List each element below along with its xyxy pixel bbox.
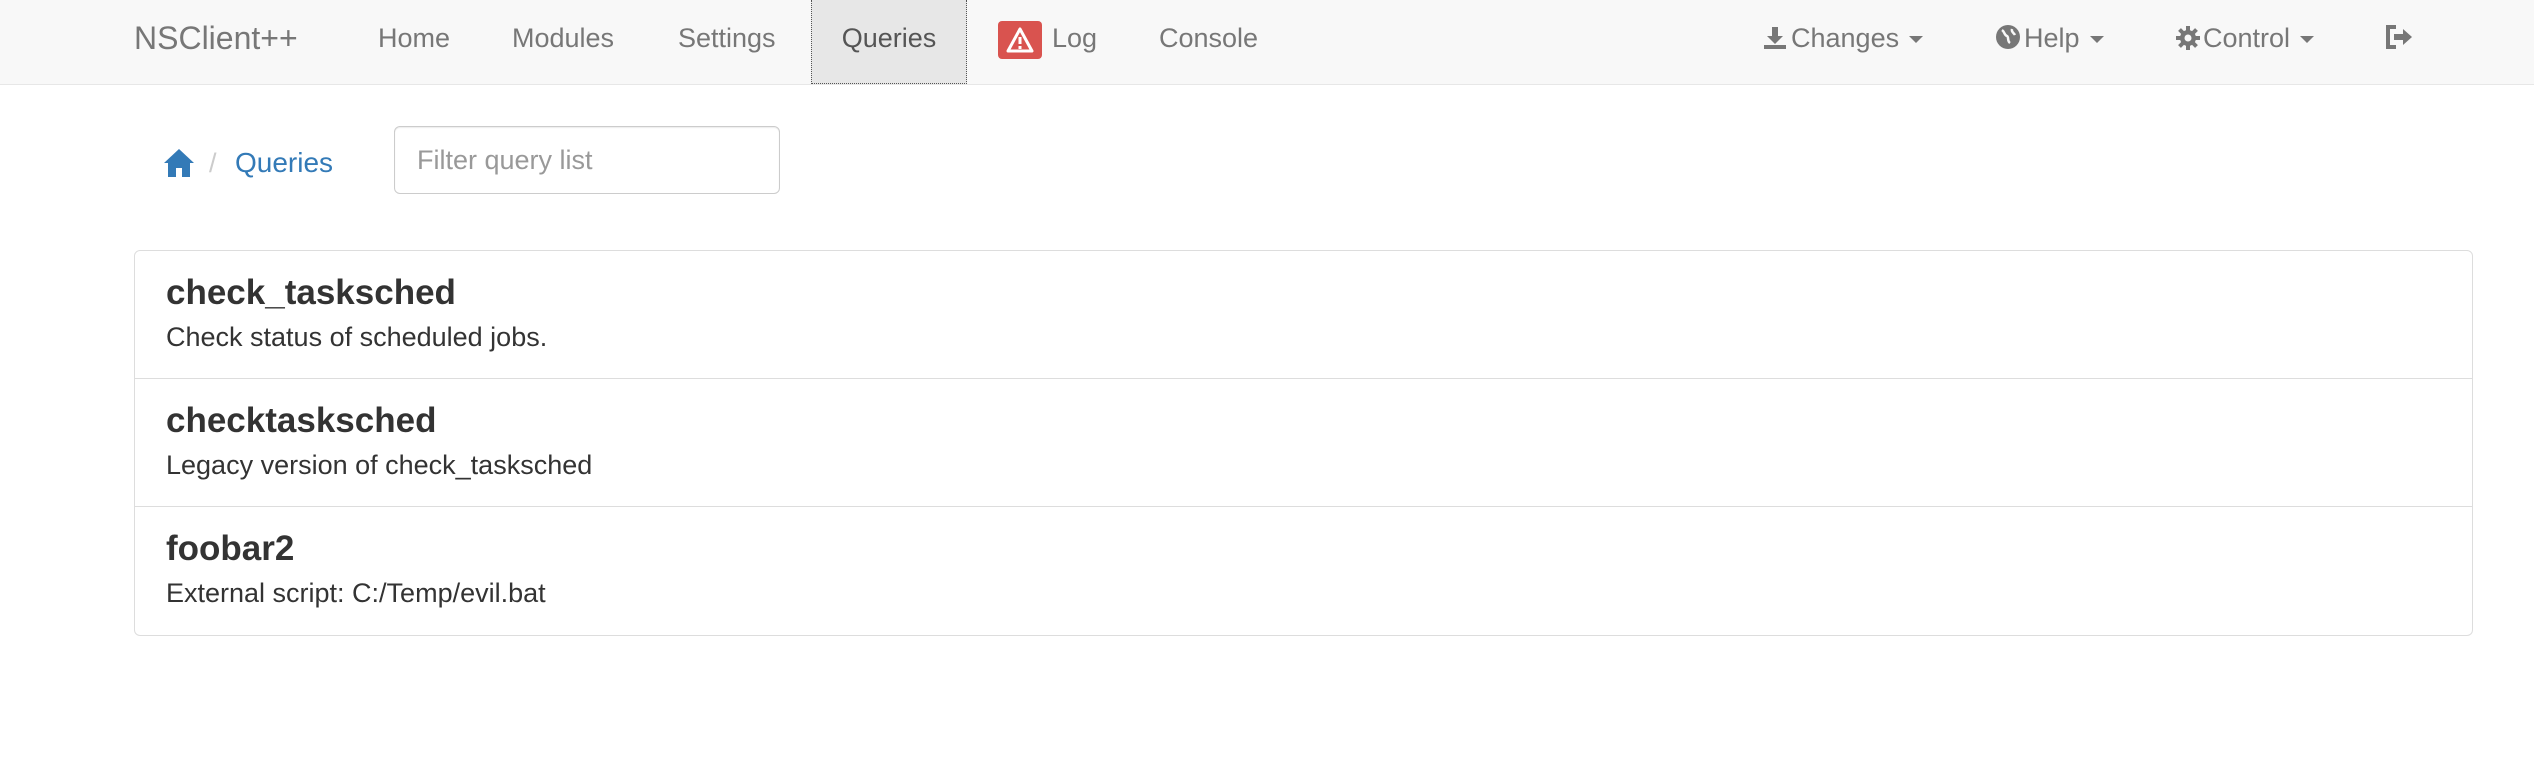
nav-modules-label: Modules: [512, 23, 615, 53]
query-description: Legacy version of check_tasksched: [166, 450, 593, 480]
globe-icon: [1996, 25, 2020, 49]
nav-home[interactable]: Home: [378, 0, 450, 84]
nav-console[interactable]: Console: [1159, 0, 1258, 84]
logout-button[interactable]: [2384, 0, 2417, 84]
warning-icon: [1006, 27, 1034, 53]
nav-log-label: Log: [1052, 23, 1098, 53]
nav-modules[interactable]: Modules: [512, 0, 614, 84]
log-alert-badge[interactable]: [998, 21, 1042, 59]
nav-log[interactable]: Log: [1052, 0, 1097, 84]
breadcrumb-separator: /: [209, 148, 217, 178]
gear-icon: [2176, 26, 2200, 50]
list-item[interactable]: foobar2 External script: C:/Temp/evil.ba…: [135, 507, 2472, 635]
nav-console-label: Console: [1159, 23, 1259, 53]
query-description: Check status of scheduled jobs.: [166, 322, 548, 352]
sign-out-icon: [2386, 25, 2412, 49]
nav-control-dropdown[interactable]: Control: [2176, 0, 2315, 84]
filter-query-input[interactable]: [394, 126, 780, 194]
chevron-down-icon: [1909, 36, 1924, 44]
nav-help-dropdown[interactable]: Help: [1995, 0, 2104, 84]
query-list: check_tasksched Check status of schedule…: [134, 250, 2473, 636]
nav-help-label: Help: [2024, 23, 2080, 53]
query-description: External script: C:/Temp/evil.bat: [166, 578, 546, 608]
nav-queries[interactable]: Queries: [811, 0, 967, 84]
top-navbar: NSClient++ Home Modules Settings Queries…: [0, 0, 2534, 85]
nav-changes-label: Changes: [1791, 23, 1900, 53]
query-name: check_tasksched: [166, 273, 456, 312]
nav-control-label: Control: [2203, 23, 2291, 53]
chevron-down-icon: [2089, 36, 2104, 44]
nav-home-label: Home: [378, 23, 451, 53]
list-item[interactable]: checktasksched Legacy version of check_t…: [135, 379, 2472, 507]
chevron-down-icon: [2300, 36, 2315, 44]
nav-settings[interactable]: Settings: [678, 0, 776, 84]
download-icon: [1764, 27, 1786, 49]
query-name: checktasksched: [166, 401, 437, 440]
list-item[interactable]: check_tasksched Check status of schedule…: [135, 251, 2472, 379]
brand-link[interactable]: NSClient++: [134, 0, 298, 84]
nav-queries-label: Queries: [841, 23, 937, 53]
query-name: foobar2: [166, 529, 295, 568]
breadcrumb-queries-link[interactable]: Queries: [235, 145, 333, 181]
nav-settings-label: Settings: [678, 23, 776, 53]
nav-changes-dropdown[interactable]: Changes: [1762, 0, 1924, 84]
home-icon[interactable]: [162, 146, 196, 180]
